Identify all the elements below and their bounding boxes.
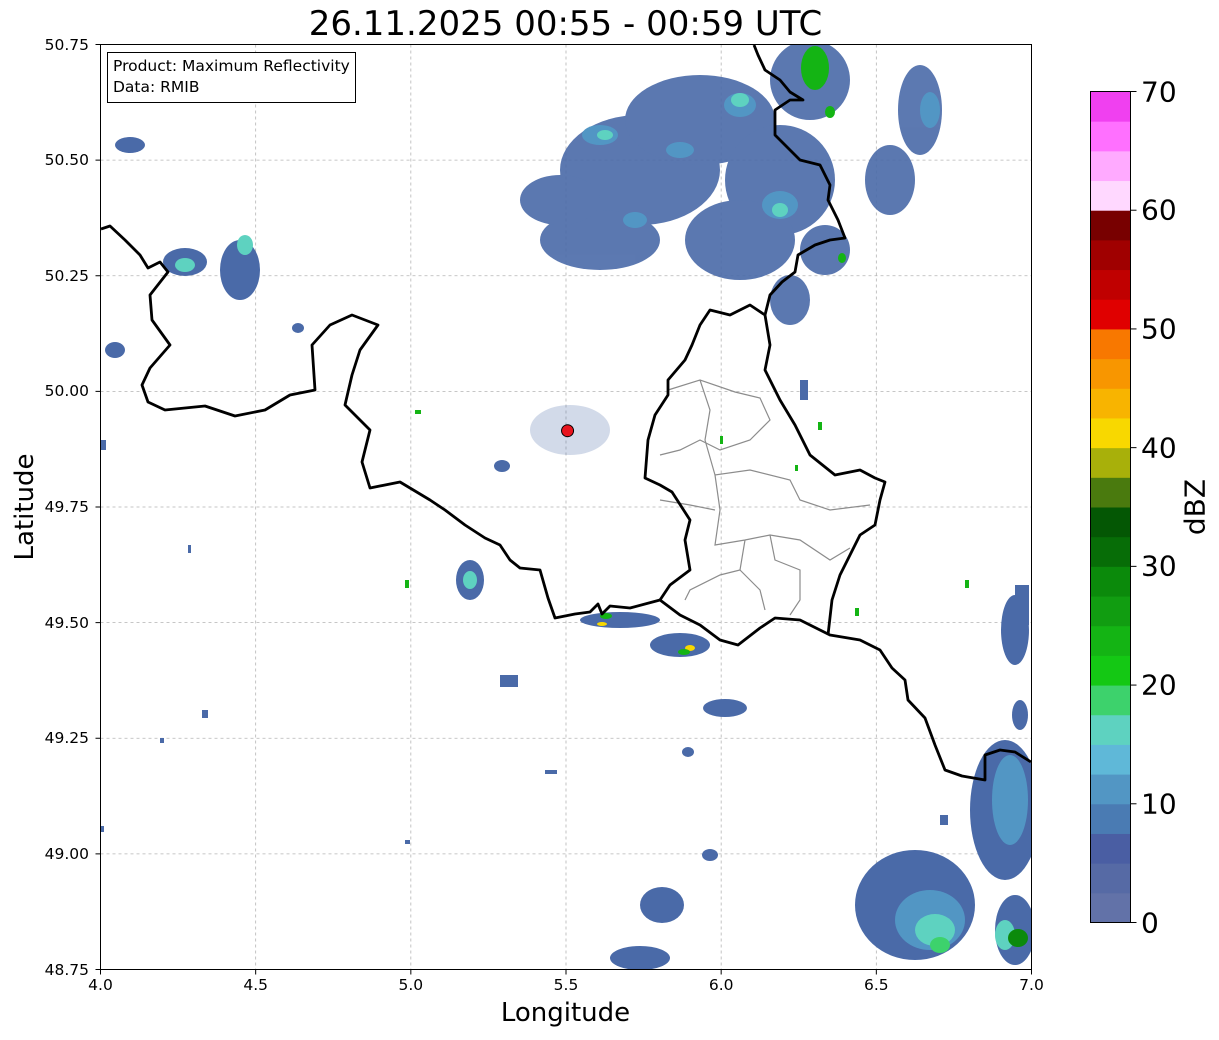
colorbar-tick-label: 30 [1141, 549, 1177, 583]
colorbar-swatch [1090, 507, 1131, 538]
colorbar-tick-label: 10 [1141, 787, 1177, 821]
colorbar-swatch [1090, 892, 1131, 923]
colorbar-swatch [1090, 566, 1131, 597]
colorbar-swatch [1090, 655, 1131, 686]
colorbar-swatch [1090, 180, 1131, 211]
colorbar-swatch [1090, 744, 1131, 775]
colorbar-swatch [1090, 358, 1131, 389]
colorbar-swatch [1090, 625, 1131, 656]
colorbar [1090, 91, 1131, 923]
y-tick-label: 48.75 [44, 960, 89, 979]
y-tick-label: 50.25 [44, 266, 89, 285]
colorbar-swatch [1090, 269, 1131, 300]
y-tick-label: 50.00 [44, 382, 89, 401]
info-box: Product: Maximum Reflectivity Data: RMIB [107, 52, 356, 103]
colorbar-tick-label: 50 [1141, 312, 1177, 346]
colorbar-swatch [1090, 863, 1131, 894]
y-tick-label: 49.75 [44, 498, 89, 516]
product-label: Product: Maximum Reflectivity [113, 57, 350, 75]
y-tick-label: 49.50 [44, 613, 89, 632]
colorbar-label: dBZ [1178, 478, 1212, 536]
x-tick-label: 6.5 [864, 976, 889, 994]
x-tick-label: 4.5 [243, 976, 268, 994]
y-tick-label: 49.25 [44, 729, 89, 748]
colorbar-swatch [1090, 417, 1131, 449]
data-source-label: Data: RMIB [113, 78, 200, 96]
colorbar-swatch [1090, 803, 1131, 834]
colorbar-swatch [1090, 388, 1131, 419]
colorbar-tick-label: 20 [1141, 668, 1177, 702]
radar-map [95, 44, 1137, 975]
colorbar-swatch [1090, 596, 1131, 627]
reflectivity-echoes [101, 45, 1031, 969]
x-axis-label: Longitude [500, 998, 631, 1028]
x-tick-label: 6.0 [708, 976, 734, 994]
colorbar-swatch [1090, 121, 1131, 152]
colorbar-swatch [1090, 210, 1131, 241]
colorbar-swatch [1090, 299, 1131, 330]
colorbar-tick-label: 40 [1141, 431, 1177, 465]
radar-site-marker [561, 424, 575, 438]
colorbar-tick-marks [1130, 91, 1137, 923]
x-tick-label: 4.0 [88, 976, 113, 994]
colorbar-swatch [1090, 536, 1131, 567]
colorbar-tick-label: 60 [1141, 193, 1177, 227]
radar-figure: 26.11.2025 00:55 - 00:59 UTC Product: Ma… [0, 0, 1219, 1040]
colorbar-swatch [1090, 447, 1131, 478]
colorbar-swatch [1090, 91, 1131, 122]
colorbar-swatch [1090, 477, 1131, 508]
colorbar-swatch [1090, 685, 1131, 716]
colorbar-swatch [1090, 239, 1131, 271]
y-tick-label: 50.50 [44, 151, 89, 170]
x-tick-label: 5.5 [553, 976, 579, 994]
colorbar-swatch [1090, 774, 1131, 805]
x-tick-label: 5.0 [398, 976, 424, 994]
y-tick-label: 49.00 [44, 844, 89, 863]
y-axis-label: Latitude [10, 453, 40, 561]
x-tick-label: 7.0 [1019, 976, 1044, 994]
colorbar-swatch [1090, 150, 1131, 182]
colorbar-swatch [1090, 833, 1131, 864]
colorbar-swatch [1090, 714, 1131, 745]
y-tick-label: 50.75 [44, 35, 89, 54]
colorbar-tick-label: 70 [1141, 75, 1177, 108]
colorbar-swatch [1090, 328, 1131, 360]
colorbar-tick-label: 0 [1141, 906, 1159, 939]
